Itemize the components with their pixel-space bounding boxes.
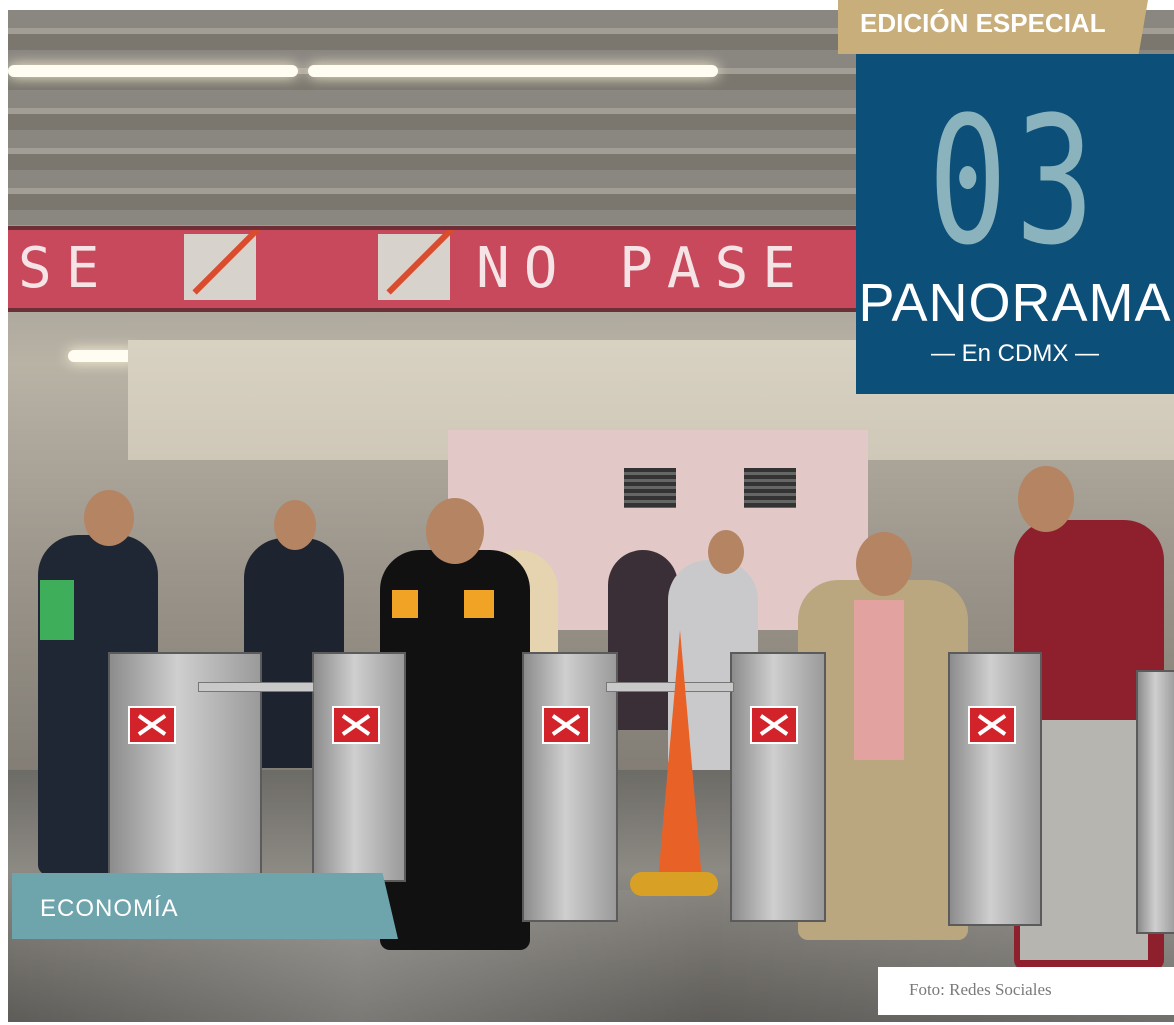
turnstile-arm	[198, 682, 314, 692]
section-badge: 03 PANORAMA — En CDMX —	[856, 54, 1174, 394]
no-entry-icon	[968, 706, 1016, 744]
edition-badge: EDICIÓN ESPECIAL	[838, 0, 1148, 54]
turnstile	[522, 652, 618, 922]
person-head	[84, 490, 134, 546]
section-number: 03	[928, 79, 1102, 284]
person-head	[856, 532, 912, 596]
no-pase-sign: SE NO PASE	[8, 226, 858, 312]
photo-credit: Foto: Redes Sociales	[878, 967, 1174, 1015]
vest-stripe	[464, 590, 494, 618]
wall-vent	[744, 468, 796, 508]
traffic-cone	[658, 630, 702, 880]
turnstile	[312, 652, 406, 882]
pink-shirt	[854, 600, 904, 760]
safety-vest-patch	[40, 580, 74, 640]
traffic-cone-base	[630, 872, 718, 896]
no-entry-icon	[332, 706, 380, 744]
turnstile	[730, 652, 826, 922]
ceiling-light	[308, 65, 718, 77]
sign-text-right: NO PASE	[476, 236, 811, 301]
no-entry-icon	[750, 706, 798, 744]
category-tag: ECONOMÍA	[12, 873, 398, 939]
no-walking-sign-icon	[378, 230, 455, 300]
wall-vent	[624, 468, 676, 508]
section-title: PANORAMA	[858, 273, 1172, 333]
arrow-sign-icon	[184, 230, 261, 300]
edition-label: EDICIÓN ESPECIAL	[860, 8, 1106, 38]
category-label: ECONOMÍA	[40, 895, 179, 922]
no-entry-icon	[128, 706, 176, 744]
ceiling-light	[8, 65, 298, 77]
section-subtitle: — En CDMX —	[930, 340, 1100, 367]
sign-text-left: SE	[18, 236, 114, 301]
person-head	[708, 530, 744, 574]
no-entry-icon	[542, 706, 590, 744]
person-head	[274, 500, 316, 550]
vest-stripe	[392, 590, 418, 618]
turnstile	[948, 652, 1042, 926]
turnstile	[1136, 670, 1174, 934]
photo-credit-text: Foto: Redes Sociales	[909, 980, 1052, 999]
person-head	[1018, 466, 1074, 532]
person-head	[426, 498, 484, 564]
